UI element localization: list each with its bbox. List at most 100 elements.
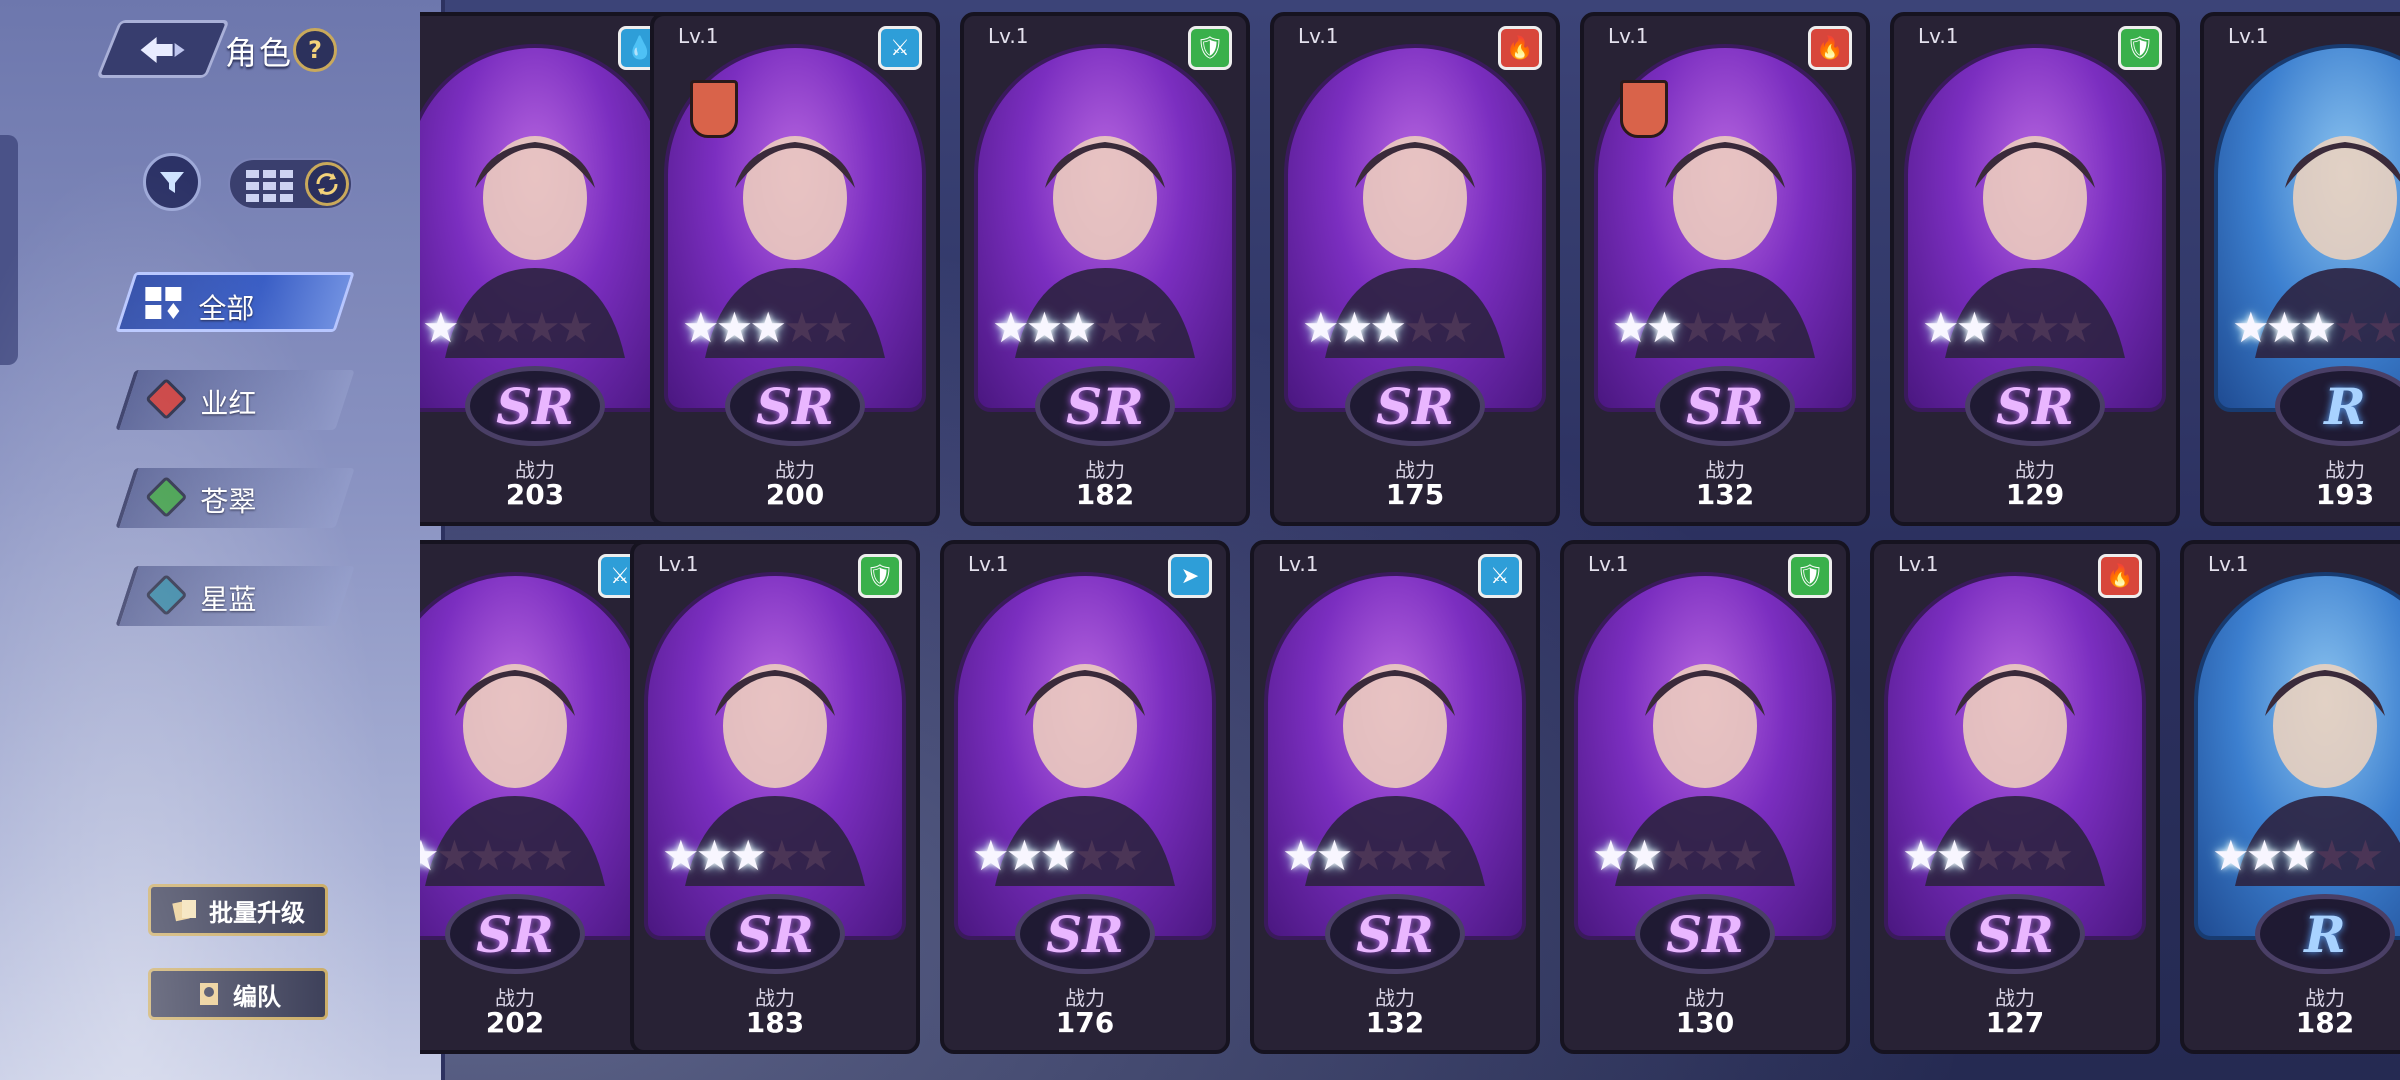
question-icon: ? [308, 36, 322, 64]
red-diamond-icon [145, 377, 188, 421]
character-card[interactable]: Lv.1 🛡 ★★★★★ SR 战力 182 [960, 12, 1250, 526]
star-filled-icon: ★ [1935, 831, 1974, 880]
star-filled-icon: ★ [715, 303, 754, 352]
back-button[interactable] [96, 20, 230, 78]
character-card[interactable]: Lv.1🛡★★★★★R战力193 [2200, 12, 2400, 526]
category-label: 全部 [198, 292, 255, 325]
star-rating: ★★★★★ [422, 303, 594, 352]
character-card[interactable]: Lv.1 🛡 ★★★★★ SR 战力 130 [1560, 540, 1850, 1054]
character-card[interactable]: ⚔★★★★★SR战力202 [420, 540, 660, 1054]
level-label: Lv.1 [1278, 552, 1319, 576]
star-filled-icon: ★ [1902, 831, 1940, 880]
star-filled-icon: ★ [2212, 831, 2250, 880]
category-label: 星蓝 [200, 583, 257, 616]
character-card[interactable]: Lv.1 🔥 ★★★★★ SR 战力 132 [1580, 12, 1870, 526]
help-button[interactable]: ? [293, 28, 337, 72]
shield-element-icon: 🛡 [2118, 26, 2162, 70]
character-card[interactable]: Lv.1 🛡 ★★★★★ SR 战力 183 [630, 540, 920, 1054]
star-filled-icon: ★ [2245, 831, 2284, 880]
star-filled-icon: ★ [2299, 303, 2337, 352]
star-rating: ★★★★★ [1302, 303, 1474, 352]
sidebar-edge-tab[interactable] [0, 135, 18, 365]
star-filled-icon: ★ [1335, 303, 1374, 352]
batch-upgrade-label: 批量升级 [209, 898, 305, 927]
faction-banner-icon [690, 80, 738, 138]
card-portrait-frame [2194, 572, 2400, 940]
refresh-icon [316, 173, 338, 195]
star-filled-icon: ★ [662, 831, 700, 880]
filter-button[interactable] [143, 153, 201, 211]
star-rating: ★★★★★ [1922, 303, 2094, 352]
power-value: 183 [745, 1006, 805, 1039]
character-card[interactable]: Lv.1 ⚔ ★★★★★ SR 战力 132 [1250, 540, 1540, 1054]
star-filled-icon: ★ [422, 303, 460, 352]
star-filled-icon: ★ [1315, 831, 1354, 880]
rarity-badge: SR [1945, 894, 2085, 974]
star-empty-icon: ★ [1659, 831, 1697, 880]
power-value: 193 [2315, 478, 2375, 511]
card-portrait-frame [420, 44, 666, 412]
level-label: Lv.1 [1608, 24, 1649, 48]
character-card[interactable]: 💧 ★★★★★ SR 战力 203 [420, 12, 680, 526]
star-empty-icon: ★ [1126, 303, 1165, 352]
star-empty-icon: ★ [1712, 303, 1751, 352]
star-filled-icon: ★ [729, 831, 767, 880]
star-empty-icon: ★ [435, 831, 474, 880]
rarity-badge: SR [1015, 894, 1155, 974]
star-empty-icon: ★ [1726, 831, 1765, 880]
character-card[interactable]: Lv.1 🛡 ★★★★★ SR 战力 129 [1890, 12, 2180, 526]
rarity-badge: SR [1655, 366, 1795, 446]
power-value: 132 [1695, 478, 1755, 511]
category-all[interactable]: 全部 [115, 272, 355, 332]
level-label: Lv.1 [658, 552, 699, 576]
character-card[interactable]: Lv.1 ➤ ★★★★★ SR 战力 176 [940, 540, 1230, 1054]
level-label: Lv.1 [1298, 24, 1339, 48]
formation-label: 编队 [233, 982, 281, 1011]
star-empty-icon: ★ [1092, 303, 1131, 352]
rarity-badge: R [2275, 366, 2400, 446]
card-portrait-frame [1884, 572, 2146, 940]
power-value: 132 [1365, 1006, 1425, 1039]
star-empty-icon: ★ [782, 303, 821, 352]
fire-element-icon: 🔥 [2098, 554, 2142, 598]
star-empty-icon: ★ [816, 303, 855, 352]
level-label: Lv.1 [2228, 24, 2269, 48]
star-filled-icon: ★ [1369, 303, 1407, 352]
star-filled-icon: ★ [1592, 831, 1630, 880]
character-card[interactable]: Lv.1🛡★★★★★R战力182 [2180, 540, 2400, 1054]
category-blue[interactable]: 星蓝 [115, 566, 355, 626]
view-toggle[interactable] [228, 158, 353, 210]
star-empty-icon: ★ [1989, 303, 2027, 352]
star-empty-icon: ★ [469, 831, 507, 880]
star-empty-icon: ★ [455, 303, 494, 352]
green-diamond-icon [145, 475, 188, 519]
formation-button[interactable]: 编队 [148, 968, 328, 1020]
star-filled-icon: ★ [2265, 303, 2304, 352]
star-empty-icon: ★ [1106, 831, 1145, 880]
star-filled-icon: ★ [992, 303, 1030, 352]
batch-upgrade-button[interactable]: 批量升级 [148, 884, 328, 936]
category-red[interactable]: 业红 [115, 370, 355, 430]
star-empty-icon: ★ [1746, 303, 1785, 352]
category-label: 苍翠 [200, 485, 257, 518]
star-empty-icon: ★ [1402, 303, 1441, 352]
star-empty-icon: ★ [522, 303, 561, 352]
category-green[interactable]: 苍翠 [115, 468, 355, 528]
star-empty-icon: ★ [1679, 303, 1717, 352]
fire-element-icon: 🔥 [1808, 26, 1852, 70]
star-empty-icon: ★ [1382, 831, 1421, 880]
star-filled-icon: ★ [972, 831, 1010, 880]
switch-view-button[interactable] [305, 162, 349, 206]
rarity-badge: SR [725, 366, 865, 446]
star-empty-icon: ★ [502, 831, 541, 880]
rarity-badge: SR [1325, 894, 1465, 974]
star-rating: ★★★★★ [420, 831, 574, 880]
character-card[interactable]: Lv.1 🔥 ★★★★★ SR 战力 175 [1270, 12, 1560, 526]
card-portrait-frame [1904, 44, 2166, 412]
power-value: 176 [1055, 1006, 1115, 1039]
card-portrait-frame [1264, 572, 1526, 940]
star-filled-icon: ★ [2279, 831, 2317, 880]
character-card[interactable]: Lv.1 ⚔ ★★★★★ SR 战力 200 [650, 12, 940, 526]
character-card[interactable]: Lv.1 🔥 ★★★★★ SR 战力 127 [1870, 540, 2160, 1054]
star-empty-icon: ★ [2366, 303, 2400, 352]
